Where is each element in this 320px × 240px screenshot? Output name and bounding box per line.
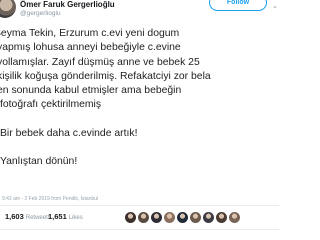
liker-avatar[interactable] xyxy=(228,211,241,224)
tweet-text-line: Şeyma Tekin, Erzurum c.evi yeni dogum xyxy=(0,28,180,39)
tweet-text-line: Yanlıştan dönün! xyxy=(0,156,78,168)
divider xyxy=(0,229,279,230)
chevron-down-icon[interactable]: ⌄ xyxy=(272,2,278,10)
liker-avatar[interactable] xyxy=(137,211,150,224)
retweets-label: Retweets xyxy=(25,215,51,221)
follow-button[interactable]: Follow xyxy=(209,0,267,11)
author-name[interactable]: Ömer Faruk Gergerlioğlu xyxy=(20,0,115,9)
author-handle[interactable]: @gergerlioglu xyxy=(20,10,61,17)
liker-avatar[interactable] xyxy=(202,211,215,224)
tweet-header: Ömer Faruk Gergerlioğlu @gergerlioglu Fo… xyxy=(0,0,279,24)
tweet-text-line: yapmış lohusa anneyi bebeğiyle c.evine xyxy=(0,42,181,54)
liker-avatar[interactable] xyxy=(163,211,176,224)
retweets-count: 1,603 xyxy=(5,212,24,221)
liker-avatars xyxy=(124,211,274,224)
tweet-text-line: kişilik koğuşa gönderilmiş. Refakatciyi … xyxy=(0,70,211,82)
liker-avatar[interactable] xyxy=(176,211,189,224)
likes-count: 1,651 xyxy=(48,212,67,221)
liker-avatar[interactable] xyxy=(124,211,137,224)
retweets-stat[interactable]: 1,603 Retweets xyxy=(5,212,51,221)
liker-avatar[interactable] xyxy=(150,211,163,224)
tweet-text-line: en sonunda kabul etmişler ama bebeğin xyxy=(0,85,182,97)
tweet-timestamp[interactable]: 9:42 am - 2 Feb 2019 from Pendik, İstanb… xyxy=(2,196,98,202)
liker-avatar[interactable] xyxy=(189,211,202,224)
likes-label: Likes xyxy=(68,215,83,221)
tweet-text-line: yollamışlar. Zayıf düşmüş anne ve bebek … xyxy=(0,56,200,68)
tweet-text: Şeyma Tekin, Erzurum c.evi yeni dogum ya… xyxy=(0,27,279,169)
avatar[interactable] xyxy=(0,0,16,18)
tweet-text-line: fotoğrafı çektirilmemiş xyxy=(0,99,102,111)
divider xyxy=(0,205,279,206)
tweet-text-line: Bir bebek daha c.evinde artık! xyxy=(0,127,138,139)
tweet-card: Ömer Faruk Gergerlioğlu @gergerlioglu Fo… xyxy=(0,0,279,240)
likes-stat[interactable]: 1,651 Likes xyxy=(48,212,83,221)
liker-avatar[interactable] xyxy=(215,211,228,224)
